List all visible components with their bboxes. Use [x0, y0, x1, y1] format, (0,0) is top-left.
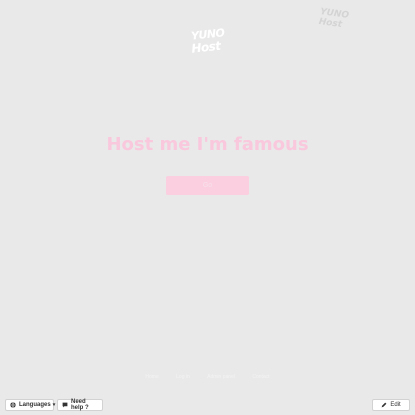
pencil-icon — [381, 402, 387, 408]
hero-button[interactable]: Go — [166, 176, 249, 195]
globe-icon — [10, 402, 16, 408]
yunohost-logo: YUNO Host — [188, 26, 227, 62]
bottom-bar: Languages ▾ Need help ? Edit — [0, 395, 415, 415]
footer-link-login[interactable]: Log in — [176, 374, 190, 380]
hero-headline: Host me I'm famous — [106, 134, 309, 155]
chevron-down-icon: ▾ — [52, 402, 56, 408]
help-label: Need help ? — [71, 399, 89, 411]
page: YUNO Host YUNO Host Host me I'm famous G… — [0, 0, 415, 415]
edit-label: Edit — [390, 402, 401, 408]
corner-logo[interactable]: YUNO Host — [317, 7, 350, 35]
languages-label: Languages — [19, 402, 51, 408]
footer-link-home[interactable]: Home — [145, 374, 158, 380]
languages-button[interactable]: Languages ▾ — [5, 399, 56, 411]
edit-button[interactable]: Edit — [372, 399, 410, 411]
footer-links: Home Log in Admin panel Contact — [0, 374, 415, 380]
help-button[interactable]: Need help ? — [57, 399, 103, 411]
footer-link-contact[interactable]: Contact — [252, 374, 269, 380]
logo-line-2: Host — [190, 38, 222, 56]
chat-icon — [62, 402, 68, 408]
footer-link-admin[interactable]: Admin panel — [207, 374, 235, 380]
